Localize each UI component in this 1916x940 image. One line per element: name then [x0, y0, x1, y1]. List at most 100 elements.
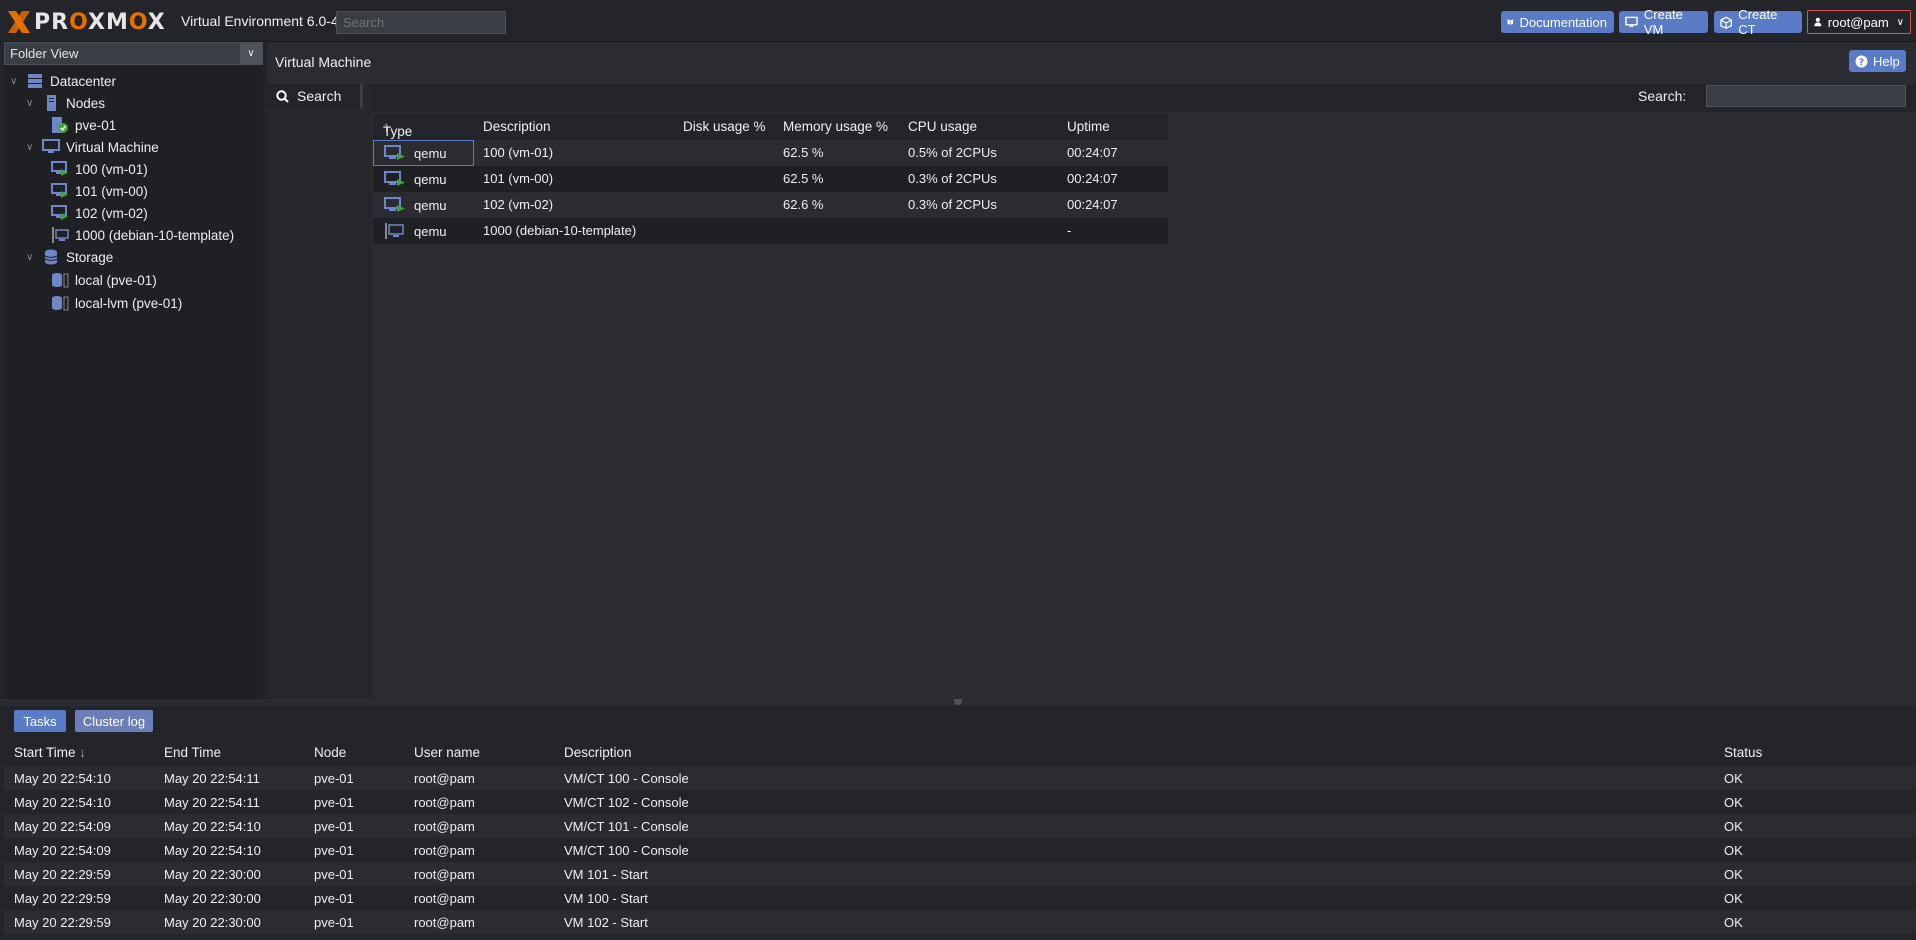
column-header-cpu-usage[interactable]: CPU usage: [908, 119, 977, 134]
table-row[interactable]: May 20 22:54:10 May 20 22:54:11 pve-01 r…: [4, 766, 1916, 790]
page-title: Virtual Machine: [275, 54, 372, 70]
tree-item-nodes[interactable]: ∨ Nodes: [26, 92, 105, 114]
storage-icon: [52, 296, 69, 311]
create-vm-button[interactable]: Create VM: [1619, 7, 1708, 37]
tree-item-storage-local[interactable]: local (pve-01): [51, 269, 157, 291]
start-time-cell: May 20 22:29:59: [14, 891, 111, 906]
table-row[interactable]: qemu 1000 (debian-10-template) -: [373, 218, 1168, 244]
storage-folder-icon: [44, 249, 58, 265]
vm-running-icon: [51, 205, 68, 220]
view-selector-value: Folder View: [10, 46, 79, 61]
node-cell: pve-01: [314, 819, 354, 834]
tree-item-virtual-machine[interactable]: ∨ Virtual Machine: [26, 136, 159, 158]
end-time-cell: May 20 22:30:00: [164, 867, 261, 882]
description-cell: 101 (vm-00): [483, 171, 554, 186]
chevron-down-icon[interactable]: ∨: [26, 98, 36, 109]
documentation-label: Documentation: [1519, 14, 1607, 30]
table-row[interactable]: May 20 22:29:59 May 20 22:30:00 pve-01 r…: [4, 910, 1916, 934]
column-header-memory-usage[interactable]: Memory usage %: [783, 119, 888, 134]
column-header-description[interactable]: Description: [564, 745, 632, 760]
node-online-icon: [52, 117, 68, 133]
tree-item-vm-101[interactable]: 101 (vm-00): [51, 180, 148, 202]
column-header-start-time[interactable]: Start Time ↓: [14, 745, 86, 760]
node-cell: pve-01: [314, 915, 354, 930]
table-row[interactable]: qemu 101 (vm-00) 62.5 % 0.3% of 2CPUs 00…: [373, 166, 1168, 192]
chevron-down-icon[interactable]: ∨: [26, 252, 36, 263]
column-header-description[interactable]: Description: [483, 119, 551, 134]
status-cell: OK: [1724, 771, 1743, 786]
tree-item-label: pve-01: [75, 117, 117, 133]
tab-search-label: Search: [297, 88, 342, 104]
type-cell[interactable]: qemu: [374, 167, 473, 191]
table-row[interactable]: May 20 22:54:10 May 20 22:54:11 pve-01 r…: [4, 790, 1916, 814]
type-cell[interactable]: qemu: [374, 219, 473, 243]
type-cell[interactable]: qemu: [373, 140, 474, 166]
description-cell: 102 (vm-02): [483, 197, 554, 212]
status-cell: OK: [1724, 795, 1743, 810]
tab-cluster-log[interactable]: Cluster log: [75, 710, 153, 732]
proxmox-logo[interactable]: PROXMOX: [6, 9, 166, 35]
tree-item-storage[interactable]: ∨ Storage: [26, 246, 113, 268]
proxmox-x-icon: [8, 11, 30, 33]
tree-item-label: 1000 (debian-10-template): [75, 227, 235, 243]
svg-text:?: ?: [1859, 58, 1864, 68]
tree-item-vm-100[interactable]: 100 (vm-01): [51, 158, 148, 180]
tree-item-label: 101 (vm-00): [75, 183, 148, 199]
start-time-cell: May 20 22:29:59: [14, 867, 111, 882]
uptime-cell: 00:24:07: [1067, 171, 1118, 186]
help-button[interactable]: ? Help: [1849, 50, 1906, 72]
tree-item-storage-local-lvm[interactable]: local-lvm (pve-01): [51, 292, 182, 314]
uptime-cell: 00:24:07: [1067, 197, 1118, 212]
table-row[interactable]: May 20 22:29:59 May 20 22:30:00 pve-01 r…: [4, 886, 1916, 910]
column-header-disk-usage[interactable]: Disk usage %: [683, 119, 766, 134]
column-header-uptime[interactable]: Uptime: [1067, 119, 1110, 134]
type-cell[interactable]: qemu: [374, 193, 473, 217]
vm-template-icon: [52, 227, 69, 243]
description-cell: VM/CT 101 - Console: [564, 819, 689, 834]
tab-search[interactable]: Search: [267, 84, 363, 108]
column-header-user-name[interactable]: User name: [414, 745, 480, 760]
table-row[interactable]: qemu 100 (vm-01) 62.5 % 0.5% of 2CPUs 00…: [373, 140, 1168, 166]
user-cell: root@pam: [414, 867, 475, 882]
table-row[interactable]: qemu 102 (vm-02) 62.6 % 0.3% of 2CPUs 00…: [373, 192, 1168, 218]
table-row[interactable]: May 20 22:29:59 May 20 22:30:00 pve-01 r…: [4, 862, 1916, 886]
node-cell: pve-01: [314, 867, 354, 882]
column-header-node[interactable]: Node: [314, 745, 346, 760]
chevron-down-icon[interactable]: ∨: [26, 142, 36, 153]
tree-item-pve-01[interactable]: pve-01: [51, 114, 116, 136]
status-cell: OK: [1724, 867, 1743, 882]
column-header-end-time[interactable]: End Time: [164, 745, 221, 760]
side-tab-strip: [267, 84, 371, 699]
tab-tasks[interactable]: Tasks: [14, 710, 66, 732]
help-label: Help: [1873, 53, 1900, 69]
tree-item-datacenter[interactable]: ∨ Datacenter: [10, 70, 116, 92]
start-time-cell: May 20 22:54:09: [14, 819, 111, 834]
chevron-down-icon[interactable]: ∨: [240, 43, 262, 64]
create-vm-label: Create VM: [1643, 7, 1683, 37]
user-cell: root@pam: [414, 891, 475, 906]
column-header-status[interactable]: Status: [1724, 745, 1762, 760]
book-icon: [1507, 19, 1514, 25]
global-search-input[interactable]: [336, 11, 506, 34]
view-selector[interactable]: Folder View ∨: [4, 42, 263, 65]
description-cell: VM/CT 100 - Console: [564, 771, 689, 786]
tree-item-label: Nodes: [66, 95, 106, 111]
column-header-type[interactable]: Type ↑: [383, 119, 412, 139]
search-input[interactable]: [1706, 85, 1906, 107]
user-menu-button[interactable]: root@pam ∨: [1807, 10, 1911, 34]
chevron-down-icon[interactable]: ∨: [10, 76, 20, 87]
start-time-cell: May 20 22:29:59: [14, 915, 111, 930]
table-row[interactable]: May 20 22:54:09 May 20 22:54:10 pve-01 r…: [4, 838, 1916, 862]
uptime-cell: -: [1067, 223, 1072, 238]
end-time-cell: May 20 22:54:10: [164, 819, 261, 834]
tree-item-vm-102[interactable]: 102 (vm-02): [51, 202, 148, 224]
description-cell: VM/CT 100 - Console: [564, 843, 689, 858]
documentation-button[interactable]: Documentation: [1501, 11, 1614, 33]
description-cell: VM 101 - Start: [564, 867, 648, 882]
tree-item-vm-1000[interactable]: 1000 (debian-10-template): [51, 224, 234, 246]
search-label: Search:: [1638, 88, 1687, 104]
tree-item-label: Storage: [66, 249, 114, 265]
description-cell: 1000 (debian-10-template): [483, 223, 637, 238]
create-ct-button[interactable]: Create CT: [1714, 7, 1802, 37]
table-row[interactable]: May 20 22:54:09 May 20 22:54:10 pve-01 r…: [4, 814, 1916, 838]
